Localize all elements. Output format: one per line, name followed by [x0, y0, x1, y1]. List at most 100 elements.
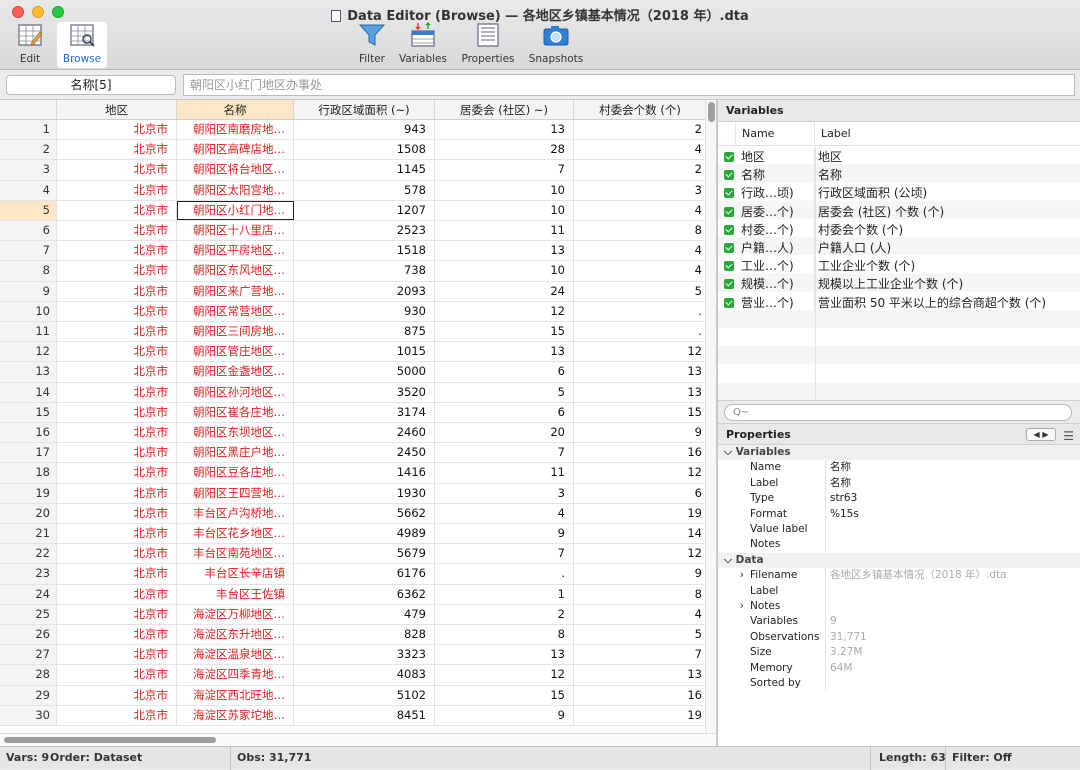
variable-row[interactable]: 户籍…人) 户籍人口 (人)	[718, 239, 1080, 258]
property-row[interactable]: Notes	[718, 537, 1080, 553]
table-cell[interactable]: 丰台区王佐镇	[177, 584, 294, 604]
table-cell[interactable]: 北京市	[57, 705, 177, 725]
row-number[interactable]: 26	[0, 625, 57, 645]
property-row[interactable]: Type str63	[718, 491, 1080, 507]
table-row[interactable]: 11 北京市 朝阳区三间房地… 875 15.	[0, 322, 716, 343]
table-cell[interactable]: 1518	[294, 241, 435, 261]
property-row[interactable]: Label 名称	[718, 475, 1080, 492]
property-row[interactable]: Variables 9	[718, 614, 1080, 630]
table-cell[interactable]: 7	[435, 160, 574, 180]
table-cell[interactable]: 3174	[294, 402, 435, 422]
table-cell[interactable]: 12	[574, 544, 706, 564]
table-cell[interactable]: 朝阳区东风地区…	[177, 261, 294, 281]
property-row[interactable]: › Notes	[718, 599, 1080, 615]
table-cell[interactable]: 4083	[294, 665, 435, 685]
table-cell[interactable]: 12	[435, 665, 574, 685]
table-cell[interactable]: 13	[574, 382, 706, 402]
table-cell[interactable]: 北京市	[57, 160, 177, 180]
label-column-header[interactable]: Label	[815, 122, 851, 145]
table-cell[interactable]: 5662	[294, 503, 435, 523]
table-cell[interactable]: 11	[435, 463, 574, 483]
column-header[interactable]: 居委会 (社区) ~)	[435, 100, 574, 119]
table-cell[interactable]: 丰台区长辛店镇	[177, 564, 294, 584]
table-cell[interactable]: 北京市	[57, 180, 177, 200]
row-number[interactable]: 4	[0, 180, 57, 200]
table-cell[interactable]: 13	[574, 362, 706, 382]
table-cell[interactable]: 4	[574, 200, 706, 220]
properties-button[interactable]: Properties	[460, 22, 516, 65]
table-cell[interactable]: 9	[435, 705, 574, 725]
current-cell-name[interactable]: 名称[5]	[6, 75, 176, 95]
row-number[interactable]: 2	[0, 140, 57, 160]
table-cell[interactable]: 9	[574, 564, 706, 584]
checkbox-icon[interactable]	[718, 294, 736, 312]
property-row[interactable]: Label	[718, 583, 1080, 599]
table-cell[interactable]: 北京市	[57, 362, 177, 382]
row-number[interactable]: 17	[0, 443, 57, 463]
properties-section[interactable]: ⌵ Data	[718, 552, 1080, 569]
table-cell[interactable]: 2	[435, 604, 574, 624]
table-cell[interactable]: 1416	[294, 463, 435, 483]
table-cell[interactable]: 丰台区南苑地区…	[177, 544, 294, 564]
table-cell[interactable]: 朝阳区小红门地…	[177, 200, 294, 220]
table-cell[interactable]: 828	[294, 625, 435, 645]
table-cell[interactable]: 4	[574, 140, 706, 160]
table-cell[interactable]: 北京市	[57, 503, 177, 523]
table-cell[interactable]: 1930	[294, 483, 435, 503]
table-row[interactable]: 16 北京市 朝阳区东坝地区… 2460 20 9	[0, 423, 716, 444]
row-number[interactable]: 24	[0, 584, 57, 604]
table-cell[interactable]: 875	[294, 322, 435, 342]
table-cell[interactable]: 北京市	[57, 241, 177, 261]
variable-row[interactable]: 营业…个) 营业面积 50 平米以上的综合商超个数 (个)	[718, 293, 1080, 312]
table-cell[interactable]: 6	[435, 402, 574, 422]
table-row[interactable]: 6 北京市 朝阳区十八里店… 2523 11 8	[0, 221, 716, 242]
table-cell[interactable]: 海淀区万柳地区…	[177, 604, 294, 624]
table-cell[interactable]: 28	[435, 140, 574, 160]
table-cell[interactable]: 丰台区花乡地区…	[177, 524, 294, 544]
table-cell[interactable]: 1145	[294, 160, 435, 180]
table-cell[interactable]: 朝阳区来广营地…	[177, 281, 294, 301]
table-cell[interactable]: 5	[435, 382, 574, 402]
browse-mode-button[interactable]: Browse	[57, 22, 107, 68]
table-cell[interactable]: 6176	[294, 564, 435, 584]
table-cell[interactable]: 北京市	[57, 120, 177, 140]
table-cell[interactable]: .	[574, 322, 706, 342]
row-number[interactable]: 10	[0, 301, 57, 321]
column-header[interactable]: 行政区域面积 (~)	[294, 100, 435, 119]
name-column-header[interactable]: Name	[736, 122, 815, 145]
table-row[interactable]: 14 北京市 朝阳区孙河地区… 3520 5 13	[0, 382, 716, 403]
table-cell[interactable]: 19	[574, 705, 706, 725]
column-header[interactable]: 村委会个数 (个)	[574, 100, 706, 119]
table-cell[interactable]: 朝阳区东坝地区…	[177, 423, 294, 443]
table-cell[interactable]: 15	[435, 322, 574, 342]
table-cell[interactable]: 朝阳区管庄地区…	[177, 342, 294, 362]
row-number[interactable]: 15	[0, 402, 57, 422]
table-cell[interactable]: 北京市	[57, 301, 177, 321]
table-cell[interactable]: 2450	[294, 443, 435, 463]
row-number[interactable]: 12	[0, 342, 57, 362]
table-cell[interactable]: 13	[435, 241, 574, 261]
table-cell[interactable]: 朝阳区崔各庄地…	[177, 402, 294, 422]
property-row[interactable]: Memory 64M	[718, 660, 1080, 676]
table-row[interactable]: 27 北京市 海淀区温泉地区… 3323 13 7	[0, 645, 716, 666]
table-cell[interactable]: 16	[574, 443, 706, 463]
table-cell[interactable]: 北京市	[57, 200, 177, 220]
table-cell[interactable]: 朝阳区豆各庄地…	[177, 463, 294, 483]
row-number[interactable]: 29	[0, 685, 57, 705]
variable-row[interactable]: 行政…顷) 行政区域面积 (公顷)	[718, 184, 1080, 203]
table-row[interactable]: 4 北京市 朝阳区太阳宫地… 578 10 3	[0, 180, 716, 201]
row-number[interactable]: 3	[0, 160, 57, 180]
table-cell[interactable]: 北京市	[57, 524, 177, 544]
row-number[interactable]: 11	[0, 322, 57, 342]
variable-row[interactable]: 工业…个) 工业企业个数 (个)	[718, 257, 1080, 276]
snapshots-button[interactable]: Snapshots	[528, 22, 584, 65]
table-cell[interactable]: 13	[435, 342, 574, 362]
properties-section[interactable]: ⌵ Variables	[718, 445, 1080, 461]
table-cell[interactable]: 北京市	[57, 564, 177, 584]
variables-button[interactable]: Variables	[398, 22, 448, 65]
table-row[interactable]: 22 北京市 丰台区南苑地区… 5679 7 12	[0, 544, 716, 565]
prev-next-arrows-icon[interactable]: ◀ ▶	[1026, 428, 1056, 441]
table-row[interactable]: 17 北京市 朝阳区黑庄户地… 2450 7 16	[0, 443, 716, 464]
menu-icon[interactable]: ☰	[1063, 426, 1074, 447]
table-cell[interactable]: 北京市	[57, 584, 177, 604]
